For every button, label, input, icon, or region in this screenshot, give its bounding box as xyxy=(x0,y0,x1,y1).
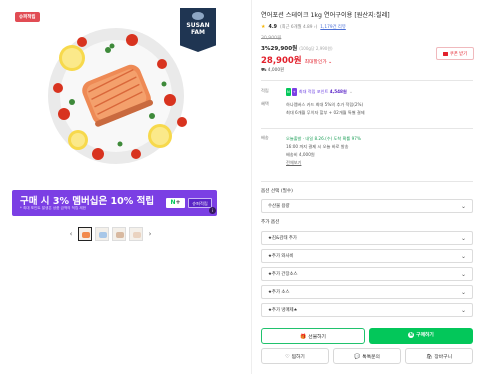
thumbnail-item[interactable] xyxy=(95,227,109,241)
chevron-down-icon: ⌄ xyxy=(460,253,466,260)
coupon-icon xyxy=(442,51,448,56)
promo-subtext: * 최대 포인트 발생은 상품 금액의 적립 제한 xyxy=(20,206,86,210)
rating-value: 4.9 xyxy=(268,24,277,30)
naver-n-icon: N xyxy=(286,88,291,96)
truck-icon: ⛟ xyxy=(261,68,267,73)
naver-plus-logo: N+ xyxy=(166,198,185,208)
shipping-fee: ⛟ 4,000원 xyxy=(261,68,285,73)
thumbnail-item[interactable] xyxy=(112,227,126,241)
chevron-down-icon: ⌄ xyxy=(460,307,466,314)
thumbnail-strip: ‹ › xyxy=(67,226,154,242)
rating-meta: (최근 6개월 4.89 ›) xyxy=(279,25,318,30)
chevron-down-icon: ⌄ xyxy=(460,235,466,242)
coupon-button[interactable]: 쿠폰 받기 xyxy=(436,47,474,60)
divider xyxy=(261,80,473,81)
delivery-more-link[interactable]: 전체보기 xyxy=(286,159,476,167)
cart-icon: 🛍 xyxy=(425,354,433,360)
card-benefit-line: 하나멤버스 카드 최대 5%의 추가 적립(2%) xyxy=(286,102,364,107)
sale-price[interactable]: 28,900원 최대할인가 ⌄ xyxy=(261,54,332,66)
plus-icon: + xyxy=(291,88,297,96)
divider xyxy=(261,181,473,182)
installment-line: 최대 6개월 무이자 할부 + 02개월 특별 결제 xyxy=(286,110,365,115)
chevron-right-icon[interactable]: › xyxy=(146,230,154,238)
talk-inquiry-button[interactable]: 💬 톡톡문의 xyxy=(333,348,401,364)
buy-button[interactable]: N 구매하기 xyxy=(369,328,473,344)
chevron-left-icon[interactable]: ‹ xyxy=(67,230,75,238)
delivery-eta: 오늘출발 · 내일 8.26.(수) 도착 확률 97% xyxy=(286,136,361,141)
benefit-label: 혜택 xyxy=(261,101,269,106)
points-value: 4,548원 xyxy=(329,89,347,94)
rating-summary: ★ 4.9 (최근 6개월 4.89 ›) 1,179건 리뷰 xyxy=(261,24,346,30)
required-option-select[interactable]: 수산물 용량 ⌄ xyxy=(261,199,473,213)
extra-option-label: 추가 옵션 xyxy=(261,220,280,225)
brand-name-line1: SUSAN xyxy=(186,22,210,29)
gift-button[interactable]: 🎁 선물하기 xyxy=(261,328,365,344)
chevron-down-icon: ⌄ xyxy=(460,289,466,296)
extra-option-select[interactable]: ★추가 냉매제★ ⌄ xyxy=(261,303,473,317)
fish-icon xyxy=(192,12,204,20)
extra-option-select[interactable]: ★추가 와사비 ⌄ xyxy=(261,249,473,263)
original-price: 30,900원 xyxy=(261,36,282,41)
naver-n-icon: N xyxy=(408,331,415,338)
delivery-label: 배송 xyxy=(261,135,269,140)
points-text: 최대 적립 포인트 xyxy=(298,89,329,94)
heart-icon: ♡ xyxy=(285,354,290,360)
product-title: 연어포션 스테이크 1kg 연어구이용 [원산지:칠레] xyxy=(261,12,390,19)
wishlist-button[interactable]: ♡ 찜하기 xyxy=(261,348,329,364)
discount-price: 3%29,900원 (100g당 2,990원) xyxy=(261,46,333,52)
brand-name-line2: FAM xyxy=(190,29,206,36)
product-main-image[interactable]: 슈퍼적립 SUSAN FAM xyxy=(12,4,226,186)
brand-logo: SUSAN FAM xyxy=(180,8,216,52)
cart-button[interactable]: 🛍 장바구니 xyxy=(405,348,473,364)
thumbnail-item[interactable] xyxy=(129,227,143,241)
chevron-down-icon: ⌄ xyxy=(460,271,466,278)
gift-icon: 🎁 xyxy=(300,334,307,340)
membership-promo-banner[interactable]: 구매 시 3% 멤버십은 10% 적립 * 최대 포인트 발생은 상품 금액의 … xyxy=(12,190,217,216)
chevron-down-icon[interactable]: ⌄ xyxy=(349,89,353,95)
points-label: 적립 xyxy=(261,88,269,93)
required-option-label: 옵션 선택 (필수) xyxy=(261,189,293,194)
star-icon: ★ xyxy=(261,24,266,30)
delivery-fee: 배송비 4,000원 xyxy=(286,152,315,157)
chevron-down-icon: ⌄ xyxy=(460,203,466,210)
product-gallery: 슈퍼적립 SUSAN FAM 구매 시 3% 멤버십은 10% 적립 * 최대 … xyxy=(0,0,239,374)
extra-option-select[interactable]: ★김&감태 추가 ⌄ xyxy=(261,231,473,245)
extra-option-select[interactable]: ★추가 간장소스 ⌄ xyxy=(261,267,473,281)
extra-option-select[interactable]: ★추가 소스 ⌄ xyxy=(261,285,473,299)
product-info-panel: 연어포션 스테이크 1kg 연어구이용 [원산지:칠레] ★ 4.9 (최근 6… xyxy=(251,0,480,374)
unit-price-hint: (100g당 2,990원) xyxy=(299,46,333,51)
info-icon[interactable]: i xyxy=(209,207,216,214)
super-point-chip: 슈퍼적립 xyxy=(188,198,212,208)
delivery-cutoff: 16:00 까지 결제 시 오늘 바로 발송 xyxy=(286,144,349,149)
super-point-badge: 슈퍼적립 xyxy=(15,12,40,22)
thumbnail-item[interactable] xyxy=(78,227,92,241)
chat-icon: 💬 xyxy=(354,354,361,360)
promo-headline: 구매 시 3% 멤버십은 10% 적립 xyxy=(20,196,155,207)
max-discount-label: 최대할인가 ⌄ xyxy=(304,60,333,65)
review-count-link[interactable]: 1,179건 리뷰 xyxy=(320,24,346,30)
divider xyxy=(261,128,473,129)
